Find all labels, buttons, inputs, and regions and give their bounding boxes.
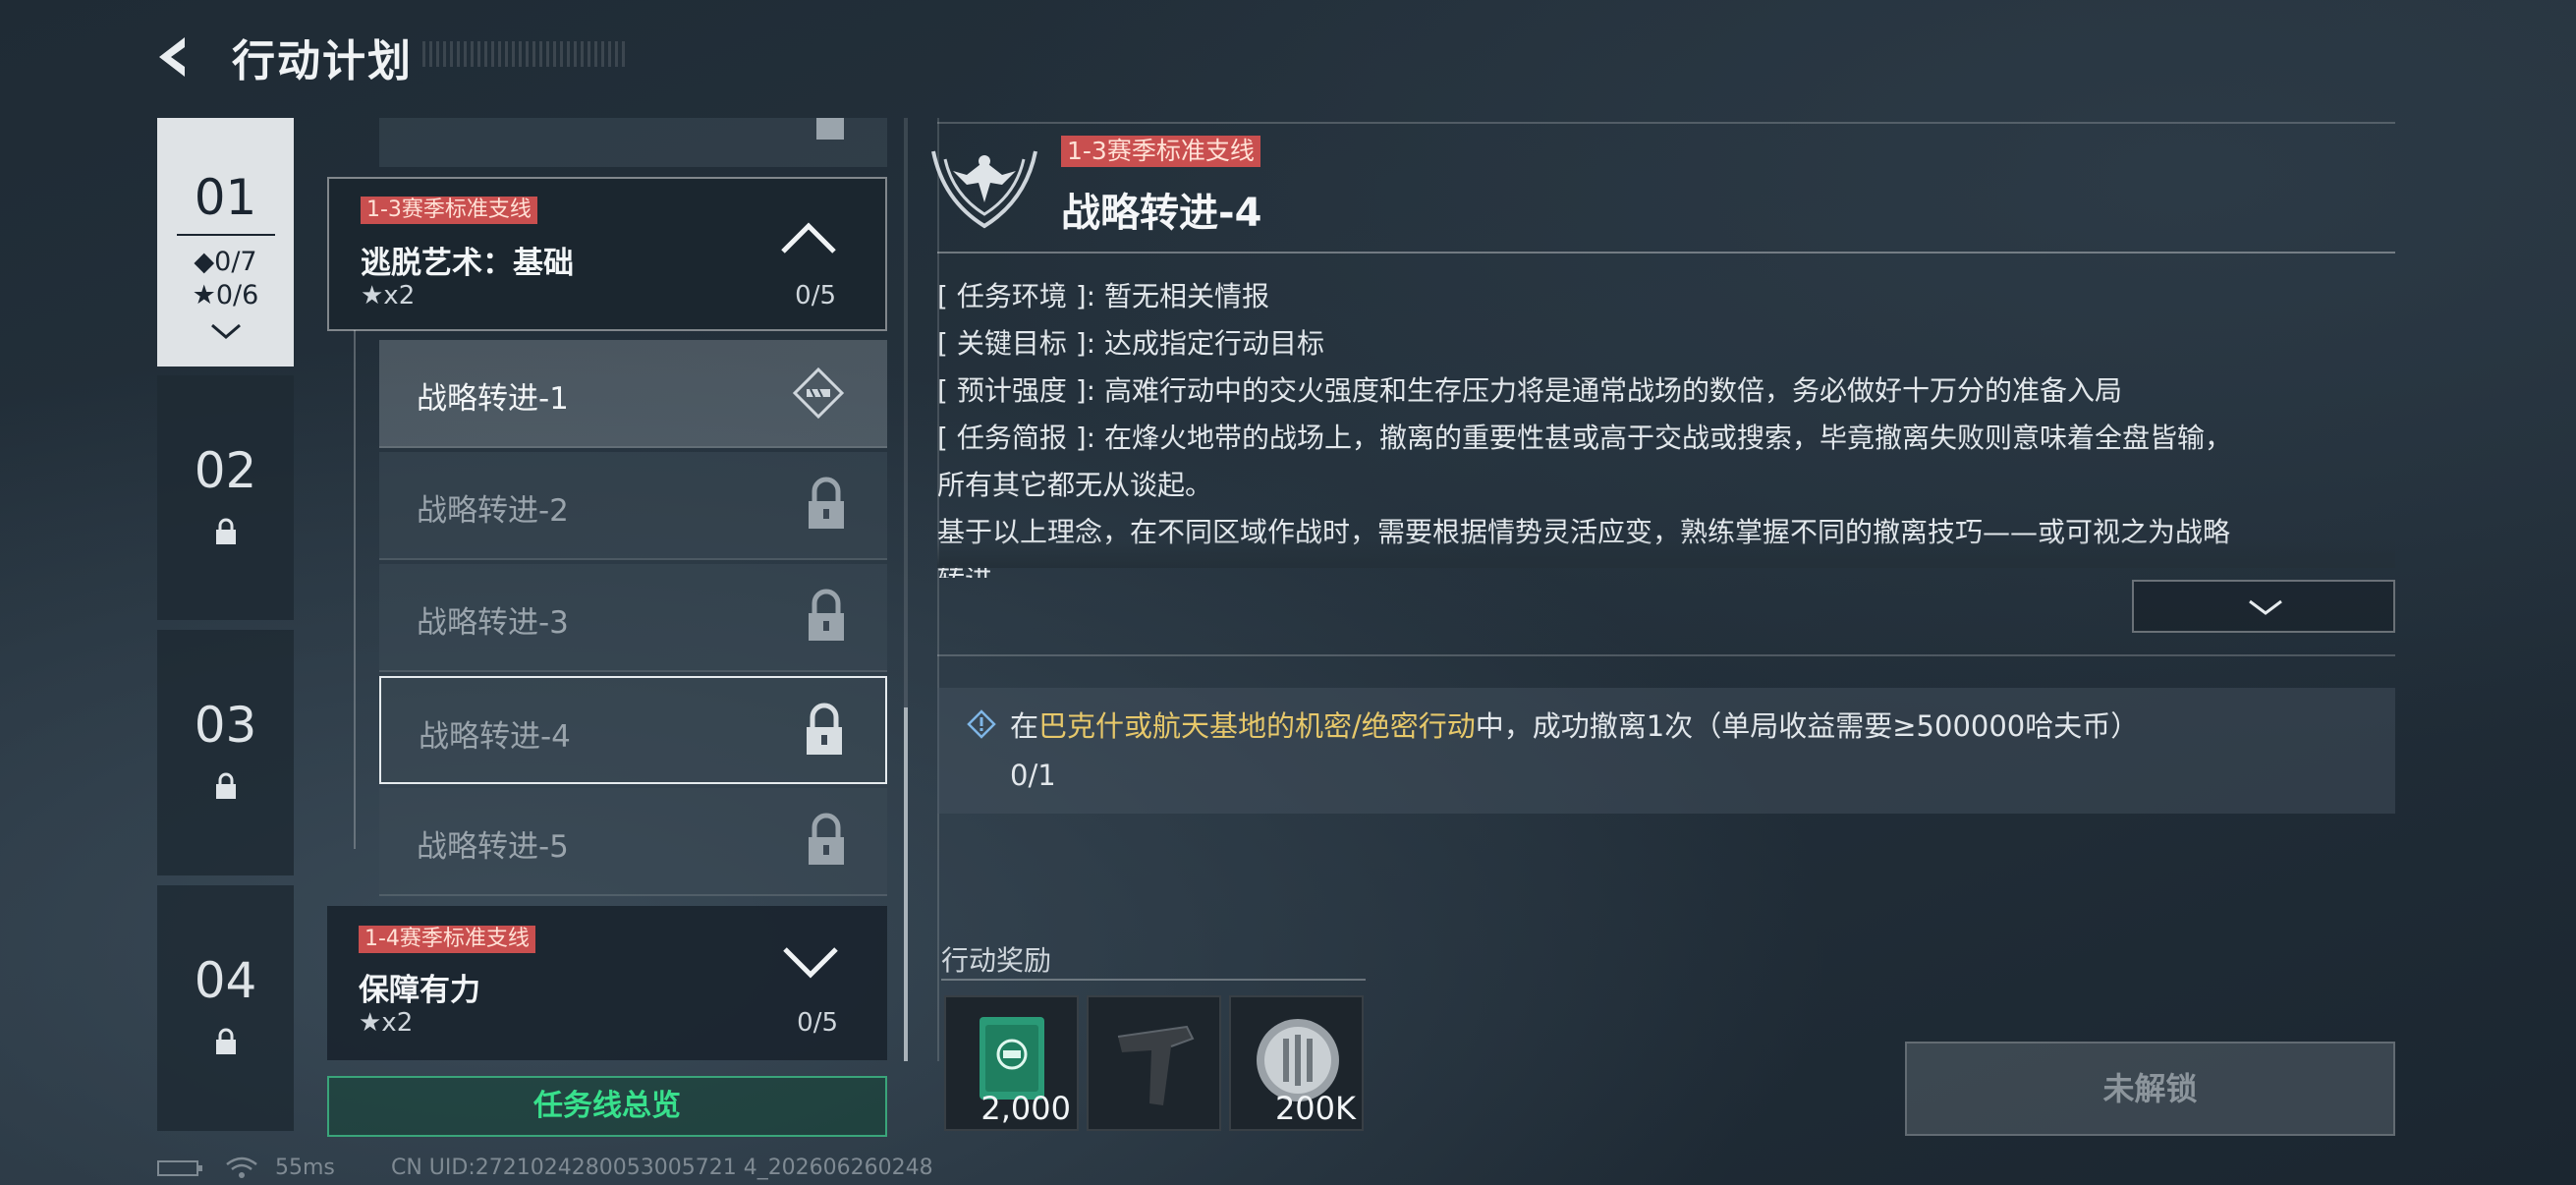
chapter-diamond-progress: ◆0/7 xyxy=(194,247,257,277)
page-title: 行动计划 xyxy=(232,36,413,86)
group-stars: ★x2 xyxy=(361,281,416,310)
chapter-underline xyxy=(176,234,275,236)
chapter-number: 02 xyxy=(194,442,257,499)
season-tag: 1-4赛季标准支线 xyxy=(359,926,535,953)
chapter-number: 03 xyxy=(194,697,257,754)
rewards-divider xyxy=(941,979,1366,981)
objective-diamond-icon xyxy=(967,709,996,739)
chapter-number: 04 xyxy=(194,952,257,1009)
mission-item-2[interactable]: 战略转进-2 xyxy=(379,452,887,560)
panel-divider xyxy=(937,118,939,1061)
group-title: 逃脱艺术：基础 xyxy=(361,246,574,281)
mission-line-overview-button[interactable]: 任务线总览 xyxy=(327,1076,887,1137)
info-line-5: 所有其它都无从谈起。 xyxy=(937,469,1213,501)
mission-label: 战略转进-5 xyxy=(417,829,569,865)
info-row-briefing: [ 任务简报 ]: 在烽火地带的战场上，撤离的重要性甚或高于交战或搜索，毕竟撤离… xyxy=(937,422,2233,454)
group-title: 保障有力 xyxy=(359,973,480,1008)
reward-quantity: 2,000 xyxy=(980,1090,1071,1127)
lock-icon xyxy=(157,1027,294,1060)
mission-item-1[interactable]: 战略转进-1 xyxy=(379,340,887,448)
list-item-partial[interactable] xyxy=(379,118,887,167)
season-tag: 1-3赛季标准支线 xyxy=(361,197,537,224)
mission-item-3[interactable]: 战略转进-3 xyxy=(379,564,887,672)
objective-highlight: 巴克什或航天基地的机密/绝密行动 xyxy=(1038,709,1476,743)
lock-icon xyxy=(803,702,846,762)
back-arrow-icon xyxy=(159,37,185,77)
reward-item-3[interactable]: 200K xyxy=(1229,995,1364,1131)
rewards-label: 行动奖励 xyxy=(941,944,1052,977)
status-bar: 55ms xyxy=(157,1156,335,1180)
chapter-tab-01[interactable]: 01 ◆0/7 ★0/6 xyxy=(157,118,294,367)
group-progress: 0/5 xyxy=(797,1008,838,1038)
lock-icon xyxy=(157,517,294,550)
reward-quantity: 200K xyxy=(1274,1090,1356,1127)
title-decoration xyxy=(422,41,629,67)
mission-group-header-1[interactable]: 1-3赛季标准支线 逃脱艺术：基础 ★x2 0/5 xyxy=(327,177,887,331)
chevron-down-icon xyxy=(781,945,840,985)
info-fade xyxy=(937,538,2395,568)
tree-connector xyxy=(354,330,356,849)
mission-item-4[interactable]: 战略转进-4 xyxy=(379,676,887,784)
detail-top-line xyxy=(937,122,2395,124)
eagle-emblem-icon xyxy=(924,132,1045,230)
group-stars: ★x2 xyxy=(359,1008,414,1038)
mission-label: 战略转进-2 xyxy=(417,493,569,529)
chapter-number: 01 xyxy=(194,169,257,226)
objective-progress: 0/1 xyxy=(1010,759,1056,792)
mission-label: 战略转进-4 xyxy=(419,719,571,755)
expand-briefing-button[interactable] xyxy=(2132,580,2395,633)
lock-icon xyxy=(805,476,848,536)
lock-icon xyxy=(812,118,848,151)
info-row-environment: [ 任务环境 ]: 暂无相关情报 xyxy=(937,280,1270,312)
chevron-down-icon xyxy=(2249,599,2282,615)
detail-divider-2 xyxy=(937,654,2395,656)
chapter-tab-04[interactable]: 04 xyxy=(157,885,294,1131)
chapter-tab-02[interactable]: 02 xyxy=(157,375,294,620)
grip-icon xyxy=(1117,1025,1195,1105)
group-progress: 0/5 xyxy=(795,281,836,310)
mission-item-5[interactable]: 战略转进-5 xyxy=(379,788,887,896)
list-scrollbar[interactable] xyxy=(904,707,908,1061)
mission-label: 战略转进-3 xyxy=(417,605,569,641)
mission-label: 战略转进-1 xyxy=(417,381,569,417)
reward-item-2[interactable] xyxy=(1087,995,1221,1131)
detail-title: 战略转进-4 xyxy=(1061,191,1262,236)
locked-action-button[interactable]: 未解锁 xyxy=(1905,1042,2395,1136)
chapter-star-progress: ★0/6 xyxy=(192,280,259,310)
detail-divider xyxy=(937,252,2395,254)
objective-text: 在巴克什或航天基地的机密/绝密行动中，成功撤离1次（单局收益需要≥500000哈… xyxy=(1010,709,2140,743)
lock-icon xyxy=(805,588,848,649)
current-mission-diamond-icon xyxy=(789,364,848,426)
user-uid: CN UID:2721024280053005721 4_20260626024… xyxy=(391,1156,933,1180)
lock-icon xyxy=(805,812,848,873)
ping-value: 55ms xyxy=(275,1156,335,1180)
detail-season-tag: 1-3赛季标准支线 xyxy=(1061,136,1260,167)
info-row-objective: [ 关键目标 ]: 达成指定行动目标 xyxy=(937,327,1325,360)
chevron-up-icon xyxy=(779,220,838,259)
info-row-intensity: [ 预计强度 ]: 高难行动中的交火强度和生存压力将是通常战场的数倍，务必做好十… xyxy=(937,374,2123,407)
reward-item-1[interactable]: 2,000 xyxy=(944,995,1079,1131)
lock-icon xyxy=(157,771,294,805)
wifi-icon xyxy=(226,1157,257,1178)
chevron-down-icon xyxy=(157,320,294,346)
battery-icon xyxy=(157,1160,202,1176)
back-button[interactable] xyxy=(147,28,206,86)
mission-group-header-2[interactable]: 1-4赛季标准支线 保障有力 ★x2 0/5 xyxy=(327,906,887,1060)
chapter-tab-03[interactable]: 03 xyxy=(157,630,294,875)
mission-info: [ 任务环境 ]: 暂无相关情报 [ 关键目标 ]: 达成指定行动目标 [ 预计… xyxy=(937,273,2395,578)
